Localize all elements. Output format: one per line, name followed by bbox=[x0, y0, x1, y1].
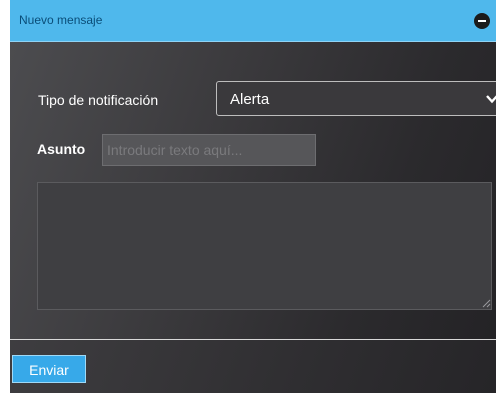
panel-footer: Enviar bbox=[10, 339, 496, 393]
chevron-down-icon bbox=[486, 95, 496, 104]
notification-type-value: Alerta bbox=[230, 91, 270, 108]
subject-label: Asunto bbox=[37, 141, 86, 157]
new-message-panel: Nuevo mensaje Tipo de notificación Alert… bbox=[10, 0, 496, 393]
send-button[interactable]: Enviar bbox=[12, 355, 86, 383]
minus-circle-icon bbox=[478, 20, 486, 22]
notification-type-label: Tipo de notificación bbox=[38, 92, 159, 108]
panel-header: Nuevo mensaje bbox=[10, 0, 496, 42]
message-textarea[interactable] bbox=[37, 182, 492, 310]
collapse-button[interactable] bbox=[474, 13, 490, 29]
resize-grip-icon[interactable] bbox=[482, 299, 491, 308]
panel-body: Tipo de notificación Alerta Asunto bbox=[10, 42, 496, 339]
notification-type-select[interactable]: Alerta bbox=[216, 81, 496, 116]
panel-title: Nuevo mensaje bbox=[19, 13, 103, 27]
subject-input[interactable] bbox=[102, 134, 316, 166]
